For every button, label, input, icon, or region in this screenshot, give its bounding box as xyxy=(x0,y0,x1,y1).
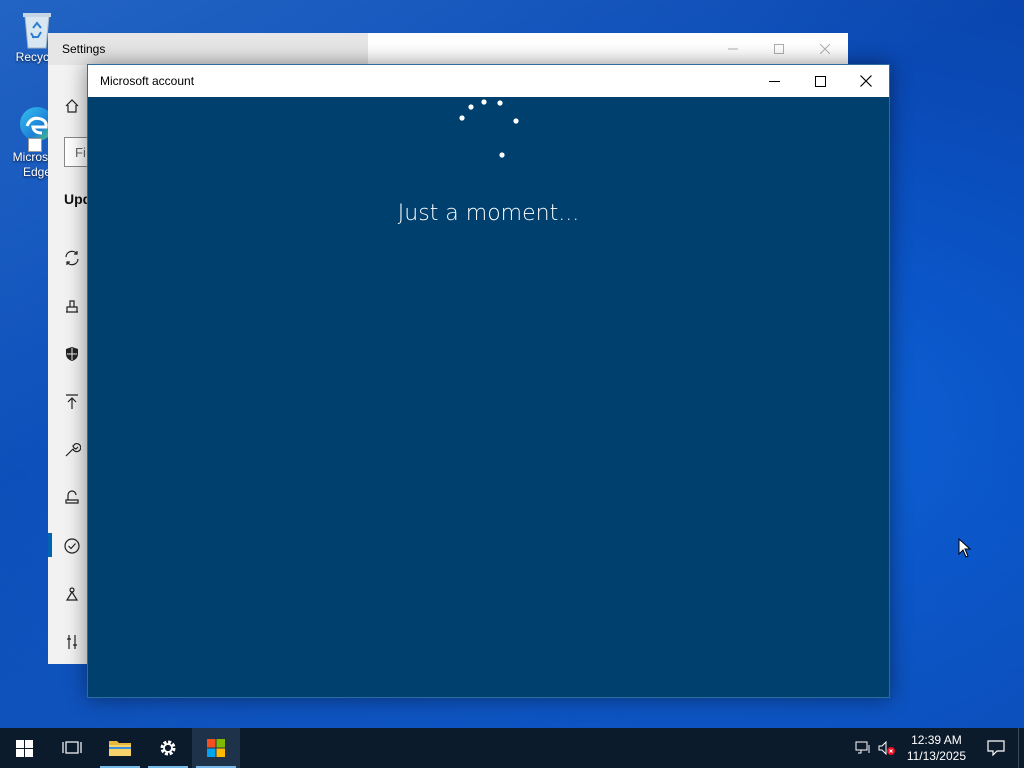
store-taskbar-button[interactable] xyxy=(192,728,240,768)
notification-icon xyxy=(987,740,1005,756)
start-button[interactable] xyxy=(0,728,48,768)
sync-icon[interactable] xyxy=(62,248,82,268)
system-tray: 12:39 AM 11/13/2025 xyxy=(851,728,1024,768)
settings-close-button[interactable] xyxy=(802,33,848,65)
microsoft-account-dialog: Microsoft account Just a moment... xyxy=(87,64,890,698)
volume-muted-icon[interactable] xyxy=(875,728,899,768)
spinner-dot xyxy=(459,115,465,121)
shortcut-arrow-icon xyxy=(28,138,42,152)
spinner-dot xyxy=(497,100,503,106)
clock-date: 11/13/2025 xyxy=(906,749,966,763)
windows-logo-icon xyxy=(15,739,33,757)
developer-icon[interactable] xyxy=(62,632,82,652)
settings-titlebar[interactable]: Settings xyxy=(48,33,848,65)
settings-title: Settings xyxy=(62,42,106,56)
nav-active-indicator xyxy=(48,533,52,557)
activation-icon[interactable] xyxy=(62,536,82,556)
home-icon[interactable] xyxy=(62,96,82,116)
taskbar: 12:39 AM 11/13/2025 xyxy=(0,728,1024,768)
troubleshoot-icon[interactable] xyxy=(62,440,82,460)
loading-message: Just a moment... xyxy=(397,201,580,226)
task-view-button[interactable] xyxy=(48,728,96,768)
folder-icon xyxy=(109,741,131,756)
settings-maximize-button[interactable] xyxy=(756,33,802,65)
recovery-icon[interactable] xyxy=(62,488,82,508)
settings-taskbar-button[interactable] xyxy=(144,728,192,768)
spinner-dot xyxy=(513,118,519,124)
store-icon xyxy=(207,739,225,757)
settings-minimize-button[interactable] xyxy=(710,33,756,65)
loading-spinner xyxy=(459,99,519,158)
spinner-dot xyxy=(468,104,474,110)
shield-icon[interactable] xyxy=(62,344,82,364)
show-desktop-button[interactable] xyxy=(1018,728,1024,768)
file-explorer-button[interactable] xyxy=(96,728,144,768)
spinner-dot xyxy=(499,152,505,158)
gear-icon xyxy=(160,740,176,756)
action-center-button[interactable] xyxy=(974,728,1018,768)
delivery-icon[interactable] xyxy=(62,296,82,316)
clock[interactable]: 12:39 AM 11/13/2025 xyxy=(899,732,974,764)
find-device-icon[interactable] xyxy=(62,584,82,604)
clock-time: 12:39 AM xyxy=(911,733,962,747)
backup-icon[interactable] xyxy=(62,392,82,412)
network-icon[interactable] xyxy=(851,728,875,768)
mouse-cursor-icon xyxy=(958,538,972,558)
spinner-dot xyxy=(481,99,487,105)
task-view-icon xyxy=(62,741,82,754)
